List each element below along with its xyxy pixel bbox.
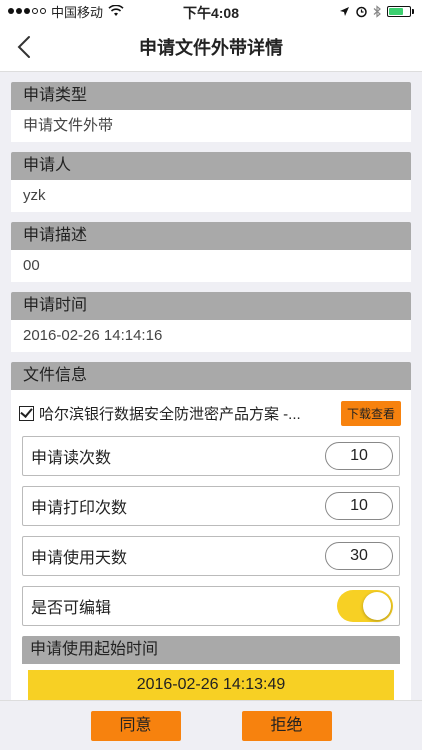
field-read-count: 申请读次数 10 xyxy=(22,436,400,476)
section-applicant: 申请人 yzk xyxy=(11,152,411,212)
section-header: 申请类型 xyxy=(11,82,411,110)
battery-icon xyxy=(387,5,414,17)
section-header: 文件信息 xyxy=(11,362,411,390)
field-label: 申请读次数 xyxy=(31,450,112,467)
chevron-left-icon xyxy=(17,36,30,58)
print-count-value[interactable]: 10 xyxy=(325,492,393,520)
section-application-type: 申请类型 申请文件外带 xyxy=(11,82,411,142)
file-name: 哈尔滨银行数据安全防泄密产品方案 -... xyxy=(39,405,301,423)
section-value: yzk xyxy=(11,180,411,212)
download-view-button[interactable]: 下载查看 xyxy=(340,400,401,426)
start-time-label: 申请使用起始时间 xyxy=(22,636,400,664)
field-editable: 是否可编辑 xyxy=(22,586,400,626)
nav-bar: 申请文件外带详情 xyxy=(0,22,422,72)
start-time-value[interactable]: 2016-02-26 14:13:49 xyxy=(28,670,394,700)
location-arrow-icon xyxy=(340,6,349,16)
start-time-body: 2016-02-26 14:13:49 xyxy=(22,664,400,700)
section-header: 申请描述 xyxy=(11,222,411,250)
bluetooth-icon xyxy=(373,4,381,18)
file-checkbox[interactable] xyxy=(19,405,34,421)
section-header: 申请时间 xyxy=(11,292,411,320)
approve-button[interactable]: 同意 xyxy=(90,710,181,741)
alarm-clock-icon xyxy=(356,6,367,17)
wifi-icon xyxy=(108,5,124,16)
read-count-value[interactable]: 10 xyxy=(325,442,393,470)
usage-days-value[interactable]: 30 xyxy=(325,542,393,570)
section-file-info: 文件信息 哈尔滨银行数据安全防泄密产品方案 -... 下载查看 申请读次数 10… xyxy=(11,362,411,700)
toggle-knob xyxy=(363,592,391,620)
file-row: 哈尔滨银行数据安全防泄密产品方案 -... 下载查看 xyxy=(11,390,411,436)
field-print-count: 申请打印次数 10 xyxy=(22,486,400,526)
reject-button[interactable]: 拒绝 xyxy=(241,710,332,741)
section-value: 申请文件外带 xyxy=(11,110,411,142)
field-label: 申请打印次数 xyxy=(31,500,128,517)
start-time-block: 申请使用起始时间 2016-02-26 14:13:49 xyxy=(22,636,400,700)
back-button[interactable] xyxy=(14,34,38,60)
status-right xyxy=(339,4,414,18)
status-bar: 中国移动 下午4:08 xyxy=(0,0,422,22)
section-value: 2016-02-26 14:14:16 xyxy=(11,320,411,352)
status-left: 中国移动 xyxy=(8,2,124,21)
section-description: 申请描述 00 xyxy=(11,222,411,282)
field-label: 是否可编辑 xyxy=(31,600,112,617)
file-card: 哈尔滨银行数据安全防泄密产品方案 -... 下载查看 申请读次数 10 申请打印… xyxy=(11,390,411,700)
section-value: 00 xyxy=(11,250,411,282)
page-title: 申请文件外带详情 xyxy=(139,37,283,58)
detail-content[interactable]: 申请类型 申请文件外带 申请人 yzk 申请描述 00 申请时间 2016-02… xyxy=(0,72,422,700)
field-label: 申请使用天数 xyxy=(31,550,128,567)
status-time: 下午4:08 xyxy=(182,5,240,21)
section-application-time: 申请时间 2016-02-26 14:14:16 xyxy=(11,292,411,352)
section-header: 申请人 xyxy=(11,152,411,180)
signal-strength-icon xyxy=(8,8,46,14)
carrier-name: 中国移动 xyxy=(51,4,104,20)
editable-toggle[interactable] xyxy=(337,590,393,622)
field-usage-days: 申请使用天数 30 xyxy=(22,536,400,576)
bottom-action-bar: 同意 拒绝 xyxy=(0,700,422,750)
